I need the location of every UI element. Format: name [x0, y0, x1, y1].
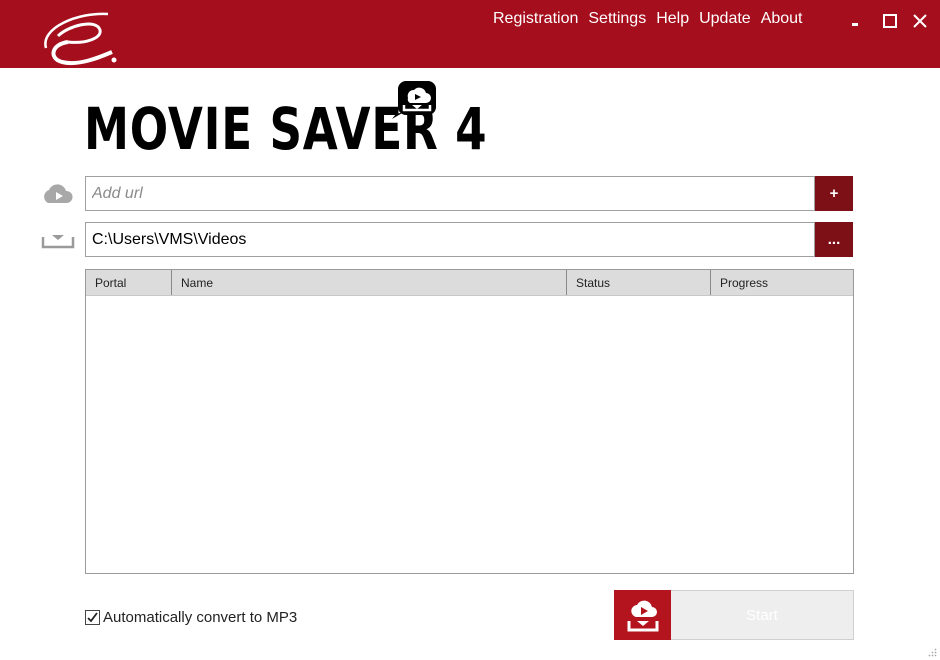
add-url-button[interactable]: +: [815, 176, 853, 211]
cloud-video-icon: [44, 184, 73, 203]
convert-mp3-label: Automatically convert to MP3: [103, 609, 298, 626]
url-input[interactable]: [92, 184, 814, 203]
maximize-button[interactable]: [878, 9, 902, 33]
table-header: Portal Name Status Progress: [86, 270, 853, 296]
app-logo-icon: [44, 12, 117, 65]
output-folder-field[interactable]: C:\Users\VMS\Videos: [85, 222, 815, 257]
url-field[interactable]: [85, 176, 815, 211]
minimize-button[interactable]: [843, 9, 867, 33]
menu-about[interactable]: About: [756, 10, 808, 28]
start-download-button[interactable]: Start: [614, 590, 854, 640]
browse-folder-button[interactable]: ...: [815, 222, 853, 257]
column-header-name[interactable]: Name: [172, 270, 567, 295]
convert-mp3-option[interactable]: Automatically convert to MP3: [85, 609, 297, 626]
output-folder-path: C:\Users\VMS\Videos: [92, 230, 247, 248]
column-header-status[interactable]: Status: [567, 270, 711, 295]
start-icon-panel: [614, 590, 671, 640]
column-header-progress[interactable]: Progress: [711, 270, 853, 295]
download-badge-icon: [392, 81, 436, 119]
menu-settings[interactable]: Settings: [583, 10, 651, 28]
checkmark-icon: [87, 612, 98, 623]
start-label: Start: [671, 590, 854, 640]
downloads-table[interactable]: Portal Name Status Progress: [85, 269, 854, 574]
menu-update[interactable]: Update: [694, 10, 756, 28]
close-icon: [913, 14, 927, 28]
top-menu: Registration Settings Help Update About: [488, 10, 808, 28]
title-bar: Registration Settings Help Update About: [0, 0, 940, 68]
maximize-icon: [883, 14, 897, 28]
convert-mp3-checkbox[interactable]: [85, 610, 100, 625]
column-header-portal[interactable]: Portal: [86, 270, 172, 295]
menu-help[interactable]: Help: [651, 10, 694, 28]
cloud-download-icon: [627, 600, 658, 632]
menu-registration[interactable]: Registration: [488, 10, 583, 28]
resize-grip-icon[interactable]: [927, 647, 937, 657]
minimize-icon: [852, 23, 858, 26]
close-button[interactable]: [908, 9, 932, 33]
download-folder-icon: [41, 235, 75, 249]
